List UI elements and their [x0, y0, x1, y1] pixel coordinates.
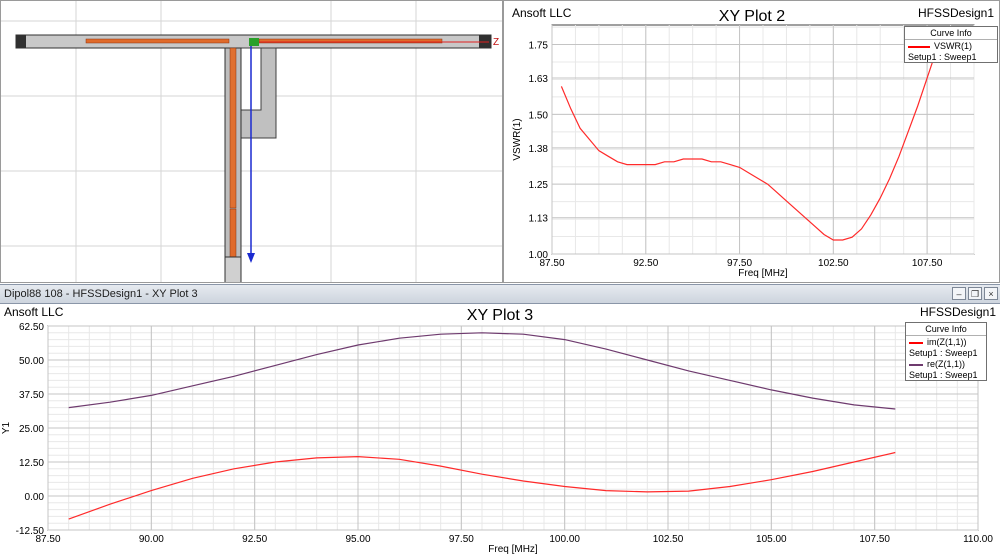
restore-button[interactable]: ❐: [968, 287, 982, 300]
plot3-grid: [47, 325, 979, 531]
feed-conductor-lower: [229, 208, 237, 258]
window-title: Dipol88 108 - HFSSDesign1 - XY Plot 3: [4, 288, 198, 300]
plot2-legend-entry-sub: Setup1 : Sweep1: [908, 52, 977, 62]
plot2-vendor-label: Ansoft LLC: [512, 6, 572, 20]
plot2-legend-title: Curve Info: [905, 27, 997, 40]
y-axis-label: VSWR(1): [512, 118, 523, 160]
y-tick-label: 1.25: [529, 180, 549, 191]
y-axis-arrow-icon: [247, 253, 255, 263]
plot3-legend[interactable]: Curve Info im(Z(1,1)) Setup1 : Sweep1 re…: [905, 322, 987, 381]
plot2-legend-entry[interactable]: VSWR(1): [905, 40, 997, 52]
x-axis-label: Freq [MHz]: [488, 544, 538, 555]
y-tick-label: -12.50: [16, 526, 45, 537]
xy-plot-3-panel[interactable]: Ansoft LLC XY Plot 3 HFSSDesign1 87.50 90…: [0, 304, 1000, 559]
y-axis-label: Y1: [1, 421, 12, 434]
plot3-legend-entry-name: re(Z(1,1)): [927, 359, 965, 369]
x-tick-label: 90.00: [139, 534, 164, 545]
z-axis-label: Z: [493, 37, 499, 48]
y-tick-label: 1.13: [529, 214, 549, 225]
y-tick-label: 1.75: [529, 41, 549, 52]
plot3-title: XY Plot 3: [467, 307, 534, 324]
plot2-design-label: HFSSDesign1: [918, 6, 994, 20]
x-tick-label: 92.50: [633, 258, 658, 269]
close-button[interactable]: ×: [984, 287, 998, 300]
y-tick-label: 1.00: [529, 250, 549, 261]
xy-plot-2-panel[interactable]: Ansoft LLC XY Plot 2 HFSSDesign1 87.50 92…: [503, 0, 1000, 283]
legend-line-icon: [908, 45, 930, 48]
x-tick-label: 97.50: [449, 534, 474, 545]
plot3-vendor-label: Ansoft LLC: [4, 305, 64, 319]
plot3-legend-entry-name: im(Z(1,1)): [927, 337, 967, 347]
plot2-title: XY Plot 2: [719, 8, 786, 25]
y-tick-label: 12.50: [19, 458, 44, 469]
x-tick-label: 102.50: [653, 534, 684, 545]
model-canvas[interactable]: Z: [1, 1, 503, 283]
model-view-panel[interactable]: Z: [0, 0, 503, 283]
x-tick-label: 92.50: [242, 534, 267, 545]
x-tick-label: 95.00: [345, 534, 370, 545]
x-tick-label: 102.50: [818, 258, 849, 269]
feed-base: [224, 256, 242, 282]
legend-line-icon: [909, 363, 923, 366]
legend-line-icon: [909, 341, 923, 344]
y-tick-label: 1.38: [529, 144, 549, 155]
x-tick-label: 110.00: [963, 534, 993, 545]
y-tick-label: 62.50: [19, 322, 44, 333]
plot3-legend-entry[interactable]: re(Z(1,1)): [906, 358, 986, 370]
x-axis-label: Freq [MHz]: [738, 268, 788, 279]
plot3-legend-entry-sub: Setup1 : Sweep1: [909, 348, 978, 358]
plot3-legend-entry-sub: Setup1 : Sweep1: [909, 370, 978, 380]
plot2-legend[interactable]: Curve Info VSWR(1) Setup1 : Sweep1: [904, 26, 998, 63]
x-tick-label: 107.50: [912, 258, 943, 269]
minimize-button[interactable]: –: [952, 287, 966, 300]
plot3-window-titlebar[interactable]: Dipol88 108 - HFSSDesign1 - XY Plot 3 – …: [0, 284, 1000, 304]
y-tick-label: 25.00: [19, 424, 44, 435]
x-tick-label: 100.00: [549, 534, 580, 545]
y-tick-label: 37.50: [19, 390, 44, 401]
xy-plot-3-chart: Ansoft LLC XY Plot 3 HFSSDesign1 87.50 90…: [1, 305, 996, 555]
plot3-legend-entry[interactable]: im(Z(1,1)): [906, 336, 986, 348]
x-tick-label: 105.00: [756, 534, 787, 545]
plot3-legend-title: Curve Info: [906, 323, 986, 336]
arm-end-cap-left: [16, 35, 26, 48]
conductor-left: [85, 38, 230, 44]
x-tick-label: 107.50: [859, 534, 890, 545]
plot2-legend-entry-name: VSWR(1): [934, 41, 972, 51]
y-tick-label: 0.00: [25, 492, 45, 503]
origin-marker-icon: [249, 38, 259, 46]
feed-conductor: [229, 47, 237, 209]
y-tick-label: 1.50: [529, 110, 549, 121]
y-tick-label: 1.63: [529, 74, 549, 85]
y-tick-label: 50.00: [19, 356, 44, 367]
plot3-design-label: HFSSDesign1: [920, 305, 996, 319]
